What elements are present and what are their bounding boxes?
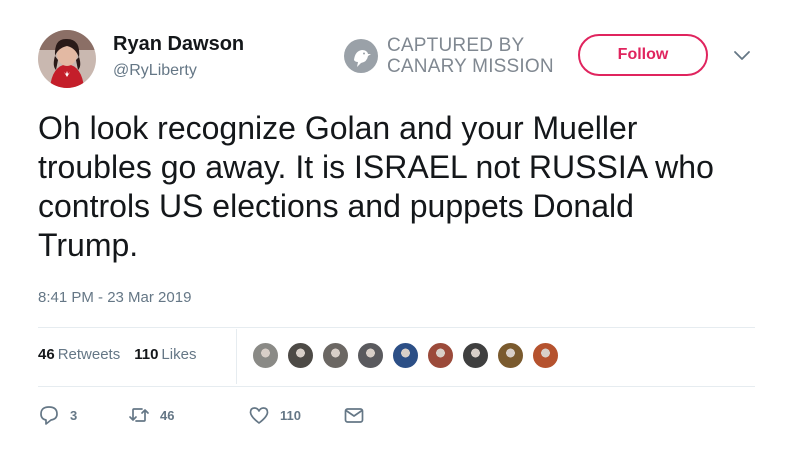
- watermark-line-2: CANARY MISSION: [387, 56, 554, 77]
- tweet-stats: 46 Retweets 110 Likes: [38, 346, 196, 363]
- divider-bottom: [38, 386, 755, 387]
- like-count: 110: [280, 407, 301, 423]
- likes-stat[interactable]: 110 Likes: [134, 346, 196, 363]
- reply-count: 3: [70, 407, 78, 423]
- reply-icon: [40, 406, 58, 425]
- retweet-action[interactable]: 46: [128, 405, 248, 425]
- tweet-actions: 3 46 110: [38, 405, 375, 425]
- retweets-label: Retweets: [57, 346, 121, 363]
- liker-avatar[interactable]: [497, 342, 524, 369]
- liker-avatar[interactable]: [287, 342, 314, 369]
- liker-avatars: [252, 342, 567, 369]
- watermark-line-1: CAPTURED BY: [387, 35, 525, 56]
- likes-count: 110: [134, 346, 159, 363]
- like-action[interactable]: 110: [248, 405, 343, 425]
- liker-avatar[interactable]: [322, 342, 349, 369]
- retweets-count: 46: [38, 346, 55, 363]
- user-handle[interactable]: @RyLiberty: [113, 62, 197, 80]
- canary-mission-watermark: CAPTURED BY CANARY MISSION: [343, 35, 554, 77]
- envelope-icon: [344, 408, 364, 423]
- stats-divider: [236, 329, 237, 384]
- retweet-count: 46: [160, 407, 175, 423]
- divider-top: [38, 327, 755, 328]
- heart-icon: [249, 407, 269, 424]
- liker-avatar[interactable]: [427, 342, 454, 369]
- reply-action[interactable]: 3: [38, 405, 128, 425]
- tweet-text: Oh look recognize Golan and your Mueller…: [38, 110, 714, 263]
- user-display-name[interactable]: Ryan Dawson: [113, 33, 244, 56]
- liker-avatar[interactable]: [532, 342, 559, 369]
- liker-avatar[interactable]: [462, 342, 489, 369]
- retweets-stat[interactable]: 46 Retweets: [38, 346, 120, 363]
- avatar-image: [38, 30, 96, 88]
- chevron-down-icon[interactable]: [733, 48, 751, 62]
- direct-message-action[interactable]: [343, 405, 375, 425]
- liker-avatar[interactable]: [357, 342, 384, 369]
- avatar[interactable]: [38, 30, 96, 88]
- tweet-timestamp[interactable]: 8:41 PM - 23 Mar 2019: [38, 289, 191, 306]
- retweet-icon: [129, 408, 149, 422]
- likes-label: Likes: [161, 346, 197, 363]
- follow-button[interactable]: Follow: [578, 34, 708, 76]
- liker-avatar[interactable]: [252, 342, 279, 369]
- canary-logo-icon: [344, 39, 378, 73]
- liker-avatar[interactable]: [392, 342, 419, 369]
